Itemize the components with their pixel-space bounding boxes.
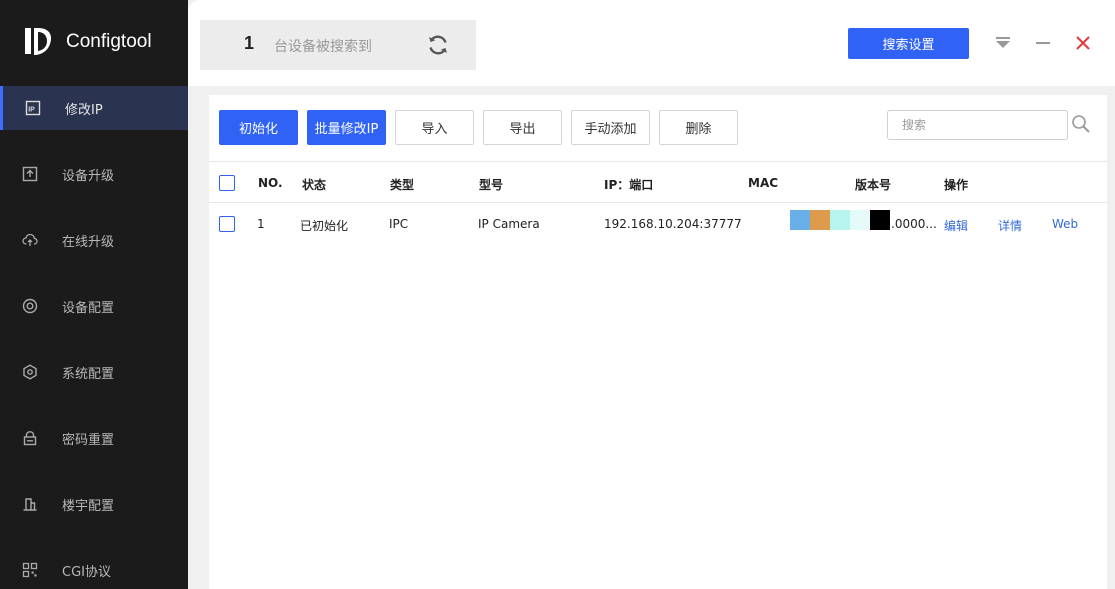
column-header-model: 型号: [479, 178, 504, 192]
row-model: IP Camera: [478, 217, 540, 231]
building-config-icon: [23, 498, 37, 511]
sidebar-item-label: 在线升级: [62, 234, 115, 250]
column-header-type: 类型: [390, 178, 415, 192]
mac-redaction-block: [790, 210, 810, 230]
minimize-icon[interactable]: [1034, 34, 1052, 52]
mac-redacted: [790, 210, 890, 230]
cgi-protocol-icon: [22, 562, 38, 578]
search-settings-button[interactable]: 搜索设置: [848, 28, 969, 59]
row-ip-port: 192.168.10.204:37777: [604, 217, 742, 231]
ip-icon: IP: [25, 100, 41, 116]
column-header-version: 版本号: [855, 178, 892, 192]
device-count-box: 1 台设备被搜索到: [200, 20, 476, 70]
initialize-button[interactable]: 初始化: [219, 110, 298, 145]
column-header-ip-port: IP：端口: [604, 178, 654, 192]
mac-redaction-block: [810, 210, 830, 230]
row-status: 已初始化: [300, 219, 349, 233]
device-count-text: 台设备被搜索到: [274, 39, 372, 55]
sidebar: Configtool IP 修改IP 设备升级 在线升级 设备配置 系统配置 密…: [0, 0, 188, 589]
row-no: 1: [257, 217, 265, 231]
web-link[interactable]: Web: [1052, 217, 1078, 231]
sidebar-item-label: 楼宇配置: [62, 498, 115, 514]
cloud-upload-icon: [22, 233, 38, 246]
device-count: 1: [244, 33, 255, 53]
column-header-no: NO.: [258, 176, 283, 190]
sidebar-item-system-config[interactable]: 系统配置: [0, 350, 188, 394]
column-header-status: 状态: [302, 178, 327, 192]
mac-redaction-block: [870, 210, 890, 230]
sidebar-item-label: 设备配置: [62, 300, 115, 316]
delete-button[interactable]: 删除: [659, 110, 738, 145]
top-bar: 1 台设备被搜索到 搜索设置: [188, 0, 1115, 86]
refresh-icon[interactable]: [426, 33, 450, 57]
column-header-actions: 操作: [944, 178, 969, 192]
row-version: .0000...: [891, 217, 937, 231]
sidebar-item-device-config[interactable]: 设备配置: [0, 284, 188, 328]
edit-link[interactable]: 编辑: [944, 217, 968, 234]
sidebar-item-building-config[interactable]: 楼宇配置: [0, 482, 188, 526]
main-area: 1 台设备被搜索到 搜索设置 初始化 批量修改IP 导入 导出 手动添加 删除: [188, 0, 1115, 589]
svg-text:IP: IP: [28, 107, 35, 114]
sidebar-item-modify-ip[interactable]: IP 修改IP: [0, 86, 188, 130]
search-input[interactable]: [887, 110, 1068, 140]
close-icon[interactable]: [1074, 34, 1092, 52]
sidebar-item-online-upgrade[interactable]: 在线升级: [0, 218, 188, 262]
upgrade-icon: [22, 166, 38, 182]
details-link[interactable]: 详情: [998, 217, 1022, 234]
system-config-icon: [23, 364, 37, 380]
device-list-panel: 初始化 批量修改IP 导入 导出 手动添加 删除 NO. 状态 类型 型号 IP…: [209, 95, 1107, 589]
manual-add-button[interactable]: 手动添加: [571, 110, 650, 145]
mac-redaction-block: [850, 210, 870, 230]
password-reset-icon: [23, 431, 37, 446]
sidebar-item-label: 设备升级: [62, 168, 115, 184]
table-header: NO. 状态 类型 型号 IP：端口 MAC 版本号 操作: [209, 161, 1107, 203]
device-config-icon: [22, 298, 38, 314]
batch-modify-ip-button[interactable]: 批量修改IP: [307, 110, 386, 145]
sidebar-item-device-upgrade[interactable]: 设备升级: [0, 152, 188, 196]
sidebar-item-label: 修改IP: [65, 102, 103, 118]
app-name: Configtool: [66, 31, 152, 52]
column-header-mac: MAC: [748, 176, 779, 190]
configtool-logo-icon: [25, 28, 52, 55]
row-type: IPC: [389, 217, 409, 231]
row-checkbox[interactable]: [219, 216, 235, 232]
sidebar-item-label: 密码重置: [62, 432, 115, 448]
dropdown-menu-icon[interactable]: [994, 34, 1012, 52]
search-icon[interactable]: [1071, 114, 1091, 134]
import-button[interactable]: 导入: [395, 110, 474, 145]
table-row[interactable]: 1 已初始化 IPC IP Camera 192.168.10.204:3777…: [209, 203, 1107, 245]
mac-redaction-block: [830, 210, 850, 230]
sidebar-item-cgi-protocol[interactable]: CGI协议: [0, 548, 188, 589]
sidebar-item-label: 系统配置: [62, 366, 115, 382]
sidebar-item-password-reset[interactable]: 密码重置: [0, 416, 188, 460]
export-button[interactable]: 导出: [483, 110, 562, 145]
app-logo: Configtool: [22, 24, 152, 60]
sidebar-item-label: CGI协议: [62, 564, 111, 580]
select-all-checkbox[interactable]: [219, 175, 235, 191]
